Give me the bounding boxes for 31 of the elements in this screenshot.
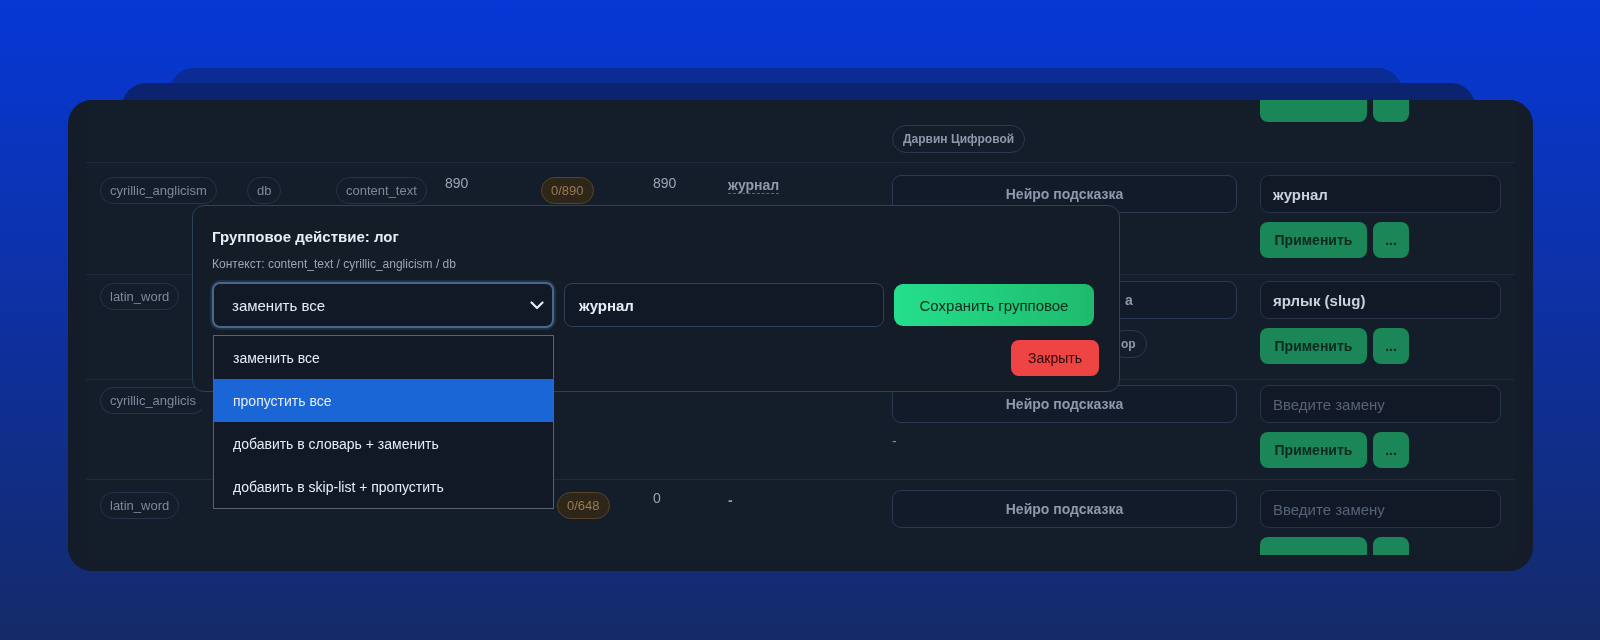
close-button[interactable]: Закрыть xyxy=(1011,340,1099,376)
term-text: журнал xyxy=(728,177,780,194)
term-text: - xyxy=(728,492,733,508)
chevron-down-icon xyxy=(530,300,544,310)
replacement-field[interactable]: журнал xyxy=(1260,175,1501,213)
replacement-field[interactable]: ярлык (slug) xyxy=(1260,281,1501,319)
more-button[interactable]: ... xyxy=(1373,328,1409,364)
suggestion-button[interactable]: Нейро подсказка xyxy=(892,490,1237,528)
more-button[interactable]: ... xyxy=(1373,432,1409,468)
dialog-title: Групповое действие: лог xyxy=(212,228,400,245)
progress-badge: 0/648 xyxy=(557,492,610,519)
progress-badge: 0/890 xyxy=(541,177,594,204)
dropdown-option[interactable]: пропустить все xyxy=(214,379,553,422)
action-select[interactable]: заменить все xyxy=(212,282,554,328)
dropdown-option[interactable]: добавить в skip-list + пропустить xyxy=(214,465,553,508)
count-text: 890 xyxy=(445,175,469,191)
apply-button[interactable]: Применить xyxy=(1260,328,1367,364)
dropdown-option[interactable]: добавить в словарь + заменить xyxy=(214,422,553,465)
replacement-field[interactable]: Введите замену xyxy=(1260,490,1501,528)
count-text: 0 xyxy=(653,490,661,506)
suggestion-text: - xyxy=(892,433,897,449)
context-text: Контекст: content_text / cyrillic_anglicism / db xyxy=(212,257,457,271)
more-button[interactable]: ... xyxy=(1373,222,1409,258)
dropdown-option[interactable]: заменить все xyxy=(214,336,553,379)
field-tag: content_text xyxy=(336,177,427,204)
replacement-field[interactable]: журнал xyxy=(564,283,884,327)
count-text: 890 xyxy=(653,175,677,191)
apply-button[interactable]: Применить xyxy=(1260,222,1367,258)
replacement-field[interactable]: Введите замену xyxy=(1260,385,1501,423)
save-button[interactable]: Сохранить групповое xyxy=(894,284,1094,326)
apply-button[interactable]: Применить xyxy=(1260,432,1367,468)
